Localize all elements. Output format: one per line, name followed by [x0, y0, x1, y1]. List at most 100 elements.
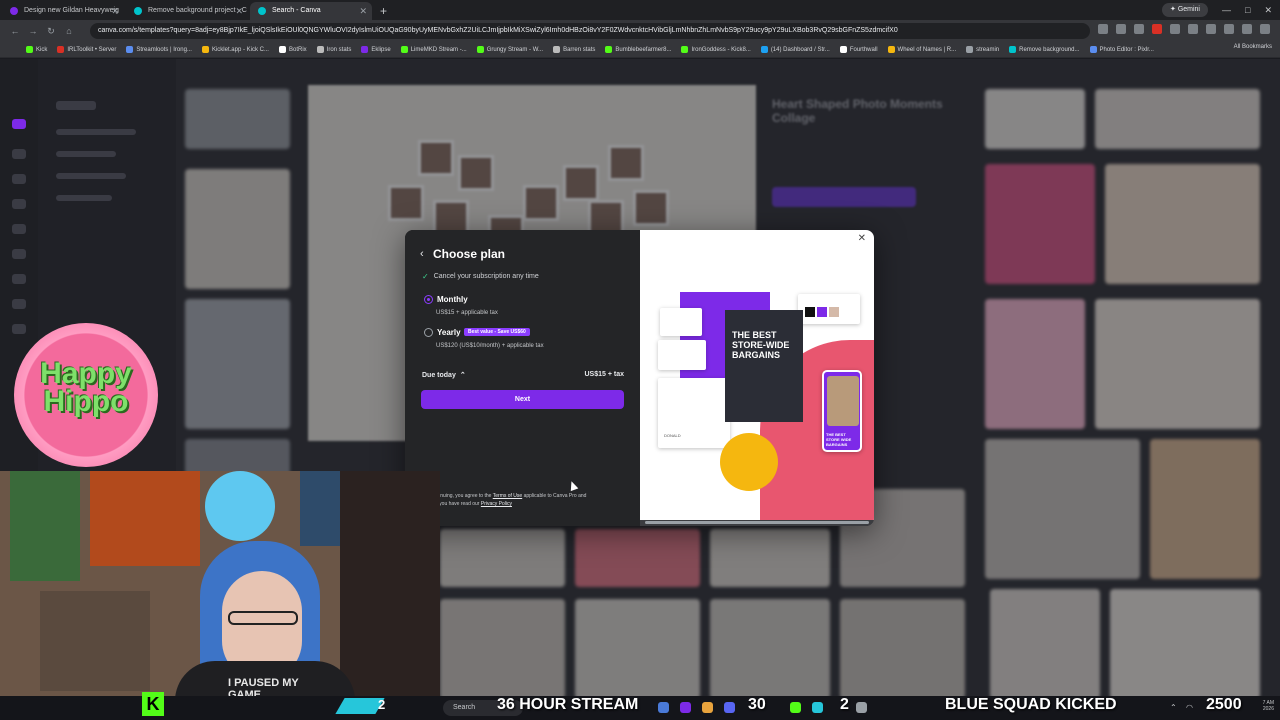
taskbar-app-icon[interactable] [812, 702, 823, 713]
terms-prefix: ntinuing, you agree to the [435, 493, 492, 499]
scrollbar-thumb[interactable] [645, 521, 869, 524]
browser-tab-active[interactable]: Search - Canva ✕ [250, 2, 372, 20]
chevron-up-icon: ⌃ [459, 372, 466, 379]
phone-photo [827, 376, 859, 426]
plan-price-yearly: US$120 (US$10/month) + applicable tax [436, 343, 544, 349]
terms-middle: applicable to Canva Pro and [523, 493, 587, 499]
bookmark-item[interactable]: Eklipse [361, 46, 391, 53]
bookmark-item[interactable]: Grungy Stream - W... [476, 46, 544, 53]
reload-icon[interactable]: ↻ [44, 24, 58, 38]
phone-headline: THE BEST STORE WIDE BARGAINS [826, 432, 852, 447]
bookmark-item[interactable]: Wheel of Names | R... [887, 46, 956, 53]
privacy-policy-link[interactable]: Privacy Policy [481, 501, 512, 507]
browser-tab[interactable]: Remove background project - C ✕ [126, 2, 248, 20]
taskbar-app-icon[interactable] [680, 702, 691, 713]
bookmark-favicon-icon [400, 46, 408, 53]
poster [90, 471, 200, 566]
bookmark-item[interactable]: BotRix [278, 46, 307, 53]
bookmark-favicon-icon [57, 46, 65, 53]
system-clock[interactable]: 7 AM 2026 [1263, 700, 1274, 712]
extension-icon[interactable] [1116, 24, 1126, 34]
tab-favicon-icon [258, 7, 266, 15]
overlay-count: 30 [748, 696, 766, 713]
bookmark-label: Remove background... [1019, 46, 1080, 53]
monthly-radio[interactable] [424, 295, 433, 304]
clock-date: 2026 [1262, 706, 1274, 712]
chevron-up-icon[interactable]: ⌃ [1170, 703, 1177, 712]
yearly-radio[interactable] [424, 328, 433, 337]
kick-alert-text: BLUE SQUAD KICKED [945, 696, 1117, 713]
swatch [817, 307, 827, 317]
close-tab-icon[interactable]: ✕ [359, 2, 367, 20]
tab-favicon-icon [10, 7, 18, 15]
back-icon[interactable]: ← [8, 24, 22, 38]
bookmark-label: Streamloots | Irong... [136, 46, 192, 53]
bookmark-label: Eklipse [371, 46, 391, 53]
logo-text: Happy Hippo [14, 359, 158, 417]
mini-card [658, 340, 706, 370]
taskbar-app-icon[interactable] [702, 702, 713, 713]
swatch [829, 307, 839, 317]
extension-icon[interactable] [1188, 24, 1198, 34]
cancel-note-row: ✓ Cancel your subscription any time [422, 272, 539, 281]
template-title: Heart Shaped Photo Moments Collage [772, 97, 943, 125]
gemini-button[interactable]: ✦ Gemini [1162, 3, 1208, 17]
address-bar[interactable]: canva.com/s/templates?query=8adj=ey8Bjp7… [90, 23, 1090, 39]
bookmark-item[interactable]: Kicklet.app - Kick C... [201, 46, 269, 53]
bookmark-label: Photo Editor : Pixlr... [1099, 46, 1154, 53]
extension-icon[interactable] [1134, 24, 1144, 34]
terms-of-use-link[interactable]: Terms of Use [493, 493, 522, 499]
tab-favicon-icon [134, 7, 142, 15]
window-controls: — □ ✕ [1222, 0, 1272, 20]
bookmark-favicon-icon [966, 46, 974, 53]
bookmark-item[interactable]: Kick [26, 46, 47, 53]
overlay-count: 2 [378, 697, 386, 712]
bookmark-item[interactable]: IronGoddess - Kick8... [681, 46, 751, 53]
bookmark-item[interactable]: streamin [966, 46, 999, 53]
bookmark-item[interactable]: Bumblebeefarmer8... [605, 46, 671, 53]
bookmark-item[interactable]: Iron stats [316, 46, 352, 53]
close-window-icon[interactable]: ✕ [1264, 0, 1272, 20]
bookmark-item[interactable]: (14) Dashboard / Str... [760, 46, 830, 53]
taskbar-app-icon[interactable] [790, 702, 801, 713]
chevron-left-icon[interactable]: ‹ [420, 248, 424, 260]
browser-tab[interactable]: Design new Gildan Heavyweig ✕ [2, 2, 124, 20]
minimize-icon[interactable]: — [1222, 0, 1231, 20]
menu-icon[interactable] [1260, 24, 1270, 34]
new-tab-button[interactable]: + [372, 2, 395, 20]
wifi-icon[interactable]: ◠ [1186, 703, 1193, 712]
dialog-title: Choose plan [433, 247, 506, 261]
bookmark-favicon-icon [476, 46, 484, 53]
download-icon[interactable] [1224, 24, 1234, 34]
close-icon[interactable]: ✕ [858, 233, 866, 244]
all-bookmarks-link[interactable]: All Bookmarks [1234, 44, 1272, 50]
bookmark-label: Grungy Stream - W... [486, 46, 544, 53]
plan-name-yearly: Yearly [437, 328, 461, 337]
terms-line2-prefix: n you have read our [435, 501, 480, 507]
taskbar-app-icon[interactable] [658, 702, 669, 713]
next-button[interactable]: Next [421, 390, 624, 409]
bookmark-item[interactable]: Remove background... [1009, 46, 1080, 53]
taskbar-app-icon[interactable] [724, 702, 735, 713]
star-icon[interactable] [1098, 24, 1108, 34]
bookmark-favicon-icon [126, 46, 134, 53]
bookmark-item[interactable]: Streamloots | Irong... [126, 46, 192, 53]
bookmark-item[interactable]: LimeMKD Stream -... [400, 46, 467, 53]
taskbar-app-icon[interactable] [856, 702, 867, 713]
bookmark-label: Iron stats [326, 46, 352, 53]
maximize-icon[interactable]: □ [1245, 0, 1250, 20]
bookmark-item[interactable]: IRLToolkit • Server [57, 46, 116, 53]
home-icon[interactable]: ⌂ [62, 24, 76, 38]
close-tab-icon[interactable]: ✕ [235, 2, 243, 20]
bookmark-item[interactable]: Barren stats [553, 46, 595, 53]
forward-icon[interactable]: → [26, 24, 40, 38]
extension-icon[interactable] [1206, 24, 1216, 34]
profile-icon[interactable] [1242, 24, 1252, 34]
bookmark-item[interactable]: Photo Editor : Pixlr... [1089, 46, 1154, 53]
due-today-toggle[interactable]: Due today ⌃ [422, 371, 466, 380]
bookmark-favicon-icon [361, 46, 369, 53]
close-tab-icon[interactable]: ✕ [111, 2, 119, 20]
bookmark-item[interactable]: Fourthwall [839, 46, 878, 53]
extension-badge-icon[interactable] [1152, 24, 1162, 34]
extension-icon[interactable] [1170, 24, 1180, 34]
